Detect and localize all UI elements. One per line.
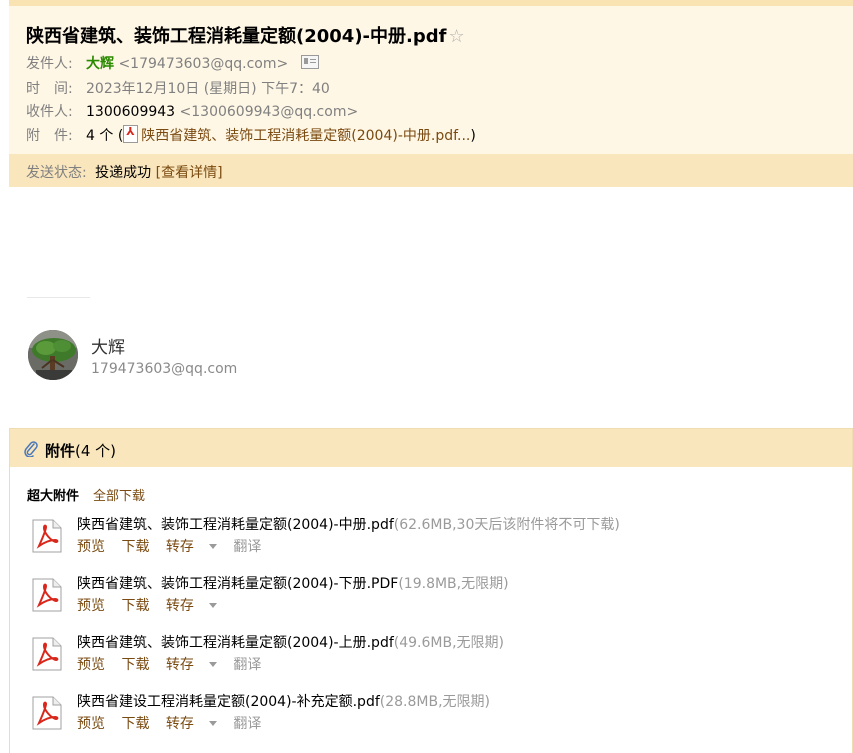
attachment-name: 陕西省建设工程消耗量定额(2004)-补充定额.pdf(28.8MB,无限期) <box>77 691 490 711</box>
save-dropdown[interactable]: 转存 <box>166 657 217 673</box>
time-label: 时 间: <box>26 81 73 97</box>
attachment-item: 陕西省建筑、装饰工程消耗量定额(2004)-中册.pdf(62.6MB,30天后… <box>27 514 827 564</box>
to-name[interactable]: 1300609943 <box>86 104 175 120</box>
save-label: 转存 <box>165 598 194 614</box>
attachment-summary-link[interactable]: 陕西省建筑、装饰工程消耗量定额(2004)-中册.pdf... <box>141 128 470 144</box>
attachment-name: 陕西省建筑、装饰工程消耗量定额(2004)-下册.PDF(19.8MB,无限期) <box>77 573 509 593</box>
attachment-actions: 预览 下载 转存 翻译 <box>77 536 273 556</box>
paperclip-icon <box>24 441 38 457</box>
save-label: 转存 <box>165 716 194 732</box>
attachment-actions: 预览 下载 转存 翻译 <box>77 654 273 674</box>
divider <box>27 297 90 298</box>
status-detail-link[interactable]: [查看详情] <box>156 165 223 181</box>
large-attachment-label: 超大附件 <box>27 489 80 504</box>
attachment-info: (28.8MB,无限期) <box>379 694 490 710</box>
from-email: <179473603@qq.com> <box>118 56 289 72</box>
from-row: 发件人: 大辉 <179473603@qq.com> <box>26 53 319 73</box>
save-dropdown[interactable]: 转存 <box>166 539 217 555</box>
contact-card-icon[interactable] <box>300 55 319 69</box>
attachment-item: 陕西省建筑、装饰工程消耗量定额(2004)-上册.pdf(49.6MB,无限期)… <box>27 632 827 682</box>
attachments-panel: 附件(4 个) 超大附件 全部下载 陕西省建筑、装饰工程消耗量定额(2004)-中… <box>9 428 853 753</box>
chevron-down-icon <box>208 662 217 667</box>
attachment-filename[interactable]: 陕西省建筑、装饰工程消耗量定额(2004)-上册.pdf <box>77 635 394 651</box>
attachment-filename[interactable]: 陕西省建设工程消耗量定额(2004)-补充定额.pdf <box>77 694 380 710</box>
attachments-title-text: 附件 <box>45 442 76 460</box>
delivery-status-bar: 发送状态: 投递成功 [查看详情] <box>9 154 853 187</box>
translate-link[interactable]: 翻译 <box>233 657 261 673</box>
time-row: 时 间: 2023年12月10日 (星期日) 下午7：40 <box>26 78 330 98</box>
pdf-file-icon <box>32 519 62 553</box>
attachment-info: (49.6MB,无限期) <box>393 635 504 651</box>
sender-email: 179473603@qq.com <box>91 361 238 377</box>
chevron-down-icon <box>208 603 217 608</box>
attachment-info: (19.8MB,无限期) <box>398 576 509 592</box>
avatar[interactable] <box>28 330 78 380</box>
star-icon[interactable]: ☆ <box>448 26 464 47</box>
to-label: 收件人: <box>26 104 73 120</box>
attachment-name: 陕西省建筑、装饰工程消耗量定额(2004)-中册.pdf(62.6MB,30天后… <box>77 514 620 534</box>
status-label: 发送状态: <box>26 165 87 181</box>
attachment-close-paren: ) <box>470 128 476 144</box>
attachment-actions: 预览 下载 转存 翻译 <box>77 713 273 733</box>
preview-link[interactable]: 预览 <box>77 598 105 614</box>
attachment-row: 附 件:4 个 (陕西省建筑、装饰工程消耗量定额(2004)-中册.pdf...… <box>26 125 476 145</box>
mail-subject: 陕西省建筑、装饰工程消耗量定额(2004)-中册.pdf ☆ <box>26 22 465 48</box>
save-dropdown[interactable]: 转存 <box>166 598 217 614</box>
status-value: 投递成功 <box>95 165 152 181</box>
attachment-filename[interactable]: 陕西省建筑、装饰工程消耗量定额(2004)-下册.PDF <box>77 576 398 592</box>
pdf-icon <box>123 125 139 143</box>
attachments-count: (4 个) <box>75 442 117 460</box>
download-link[interactable]: 下载 <box>121 598 149 614</box>
chevron-down-icon <box>208 721 217 726</box>
to-row: 收件人: 1300609943 <1300609943@qq.com> <box>26 101 358 121</box>
status-row: 发送状态: 投递成功 [查看详情] <box>26 162 223 182</box>
subject-text: 陕西省建筑、装饰工程消耗量定额(2004)-中册.pdf <box>26 26 447 47</box>
attachment-info: (62.6MB,30天后该附件将不可下载) <box>393 517 620 533</box>
time-value: 2023年12月10日 (星期日) 下午7：40 <box>86 81 330 97</box>
attachment-name: 陕西省建筑、装饰工程消耗量定额(2004)-上册.pdf(49.6MB,无限期) <box>77 632 504 652</box>
from-name[interactable]: 大辉 <box>86 56 114 72</box>
save-dropdown[interactable]: 转存 <box>166 716 217 732</box>
save-label: 转存 <box>165 657 194 673</box>
preview-link[interactable]: 预览 <box>77 716 105 732</box>
attachments-title: 附件(4 个) <box>45 440 116 461</box>
attachment-actions: 预览 下载 转存 <box>77 595 229 615</box>
translate-link[interactable]: 翻译 <box>233 539 261 555</box>
attachment-item: 陕西省建设工程消耗量定额(2004)-补充定额.pdf(28.8MB,无限期) … <box>27 691 827 741</box>
attachments-subheader: 超大附件 全部下载 <box>27 485 145 504</box>
pdf-file-icon <box>32 696 62 730</box>
download-all-link[interactable]: 全部下载 <box>93 489 145 504</box>
download-link[interactable]: 下载 <box>121 716 149 732</box>
attachment-filename[interactable]: 陕西省建筑、装饰工程消耗量定额(2004)-中册.pdf <box>77 517 394 533</box>
from-label: 发件人: <box>26 56 73 72</box>
translate-link[interactable]: 翻译 <box>233 716 261 732</box>
save-label: 转存 <box>165 539 194 555</box>
pdf-file-icon <box>32 637 62 671</box>
attachment-count: 4 个 <box>86 128 114 144</box>
to-email: <1300609943@qq.com> <box>179 104 359 120</box>
chevron-down-icon <box>208 544 217 549</box>
mail-header: 陕西省建筑、装饰工程消耗量定额(2004)-中册.pdf ☆ 发件人: 大辉 <17… <box>9 0 853 187</box>
download-link[interactable]: 下载 <box>121 657 149 673</box>
sender-name[interactable]: 大辉 <box>91 333 125 358</box>
preview-link[interactable]: 预览 <box>77 657 105 673</box>
pdf-file-icon <box>32 578 62 612</box>
attachments-header: 附件(4 个) <box>10 429 852 467</box>
attachment-label: 附 件: <box>26 128 73 144</box>
avatar-image <box>28 330 78 380</box>
preview-link[interactable]: 预览 <box>77 539 105 555</box>
attachment-item: 陕西省建筑、装饰工程消耗量定额(2004)-下册.PDF(19.8MB,无限期)… <box>27 573 827 623</box>
download-link[interactable]: 下载 <box>121 539 149 555</box>
